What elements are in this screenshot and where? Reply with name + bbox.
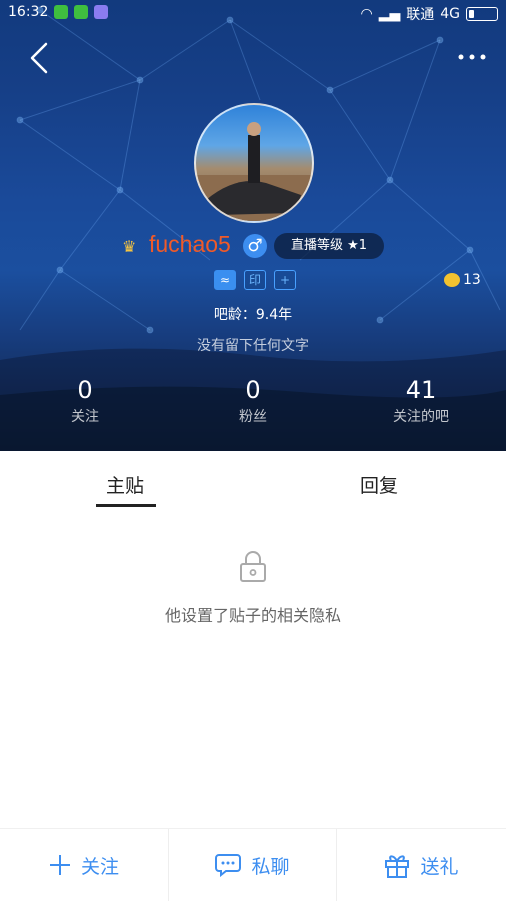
signal-icon: ▂▄ — [378, 6, 401, 22]
follow-button[interactable]: 关注 — [0, 829, 168, 901]
bar-age: 吧龄：9.4年 — [213, 307, 293, 323]
tbean-counter[interactable]: 13 — [444, 272, 481, 288]
stat-value: 41 — [405, 376, 437, 404]
chat-bubble-icon — [215, 854, 242, 877]
tbean-count: 13 — [463, 272, 481, 288]
username: fuchao5 — [149, 231, 231, 257]
privacy-message: 他设置了贴子的相关隐私 — [164, 606, 341, 625]
stat-label: 关注的吧 — [393, 409, 449, 425]
send-gift-label: 送礼 — [420, 855, 459, 878]
avatar[interactable] — [194, 103, 314, 223]
status-time: 16:32 — [8, 4, 49, 20]
follow-label: 关注 — [80, 855, 119, 878]
profile-header: 16:32 ◠ ▂▄ 联通 4G ♛ fuchao5 ♂ 直播等级 ★1 ≈ 印… — [0, 0, 506, 451]
live-level-badge[interactable]: 直播等级 ★1 — [274, 233, 384, 259]
medal-row: ≈ 印 + — [214, 270, 296, 290]
stat-followed-bars[interactable]: 41 关注的吧 — [336, 376, 506, 426]
tab-bar: 主贴 回复 — [0, 451, 506, 511]
male-gender-icon: ♂ — [243, 234, 267, 258]
username-row: ♛ fuchao5 ♂ 直播等级 ★1 — [0, 231, 506, 261]
active-tab-indicator — [96, 504, 156, 507]
stat-following[interactable]: 0 关注 — [0, 376, 170, 426]
status-bar: 16:32 ◠ ▂▄ 联通 4G — [0, 0, 506, 26]
aquarius-medal-icon[interactable]: ≈ — [214, 270, 236, 290]
tab-main-posts[interactable]: 主贴 — [106, 471, 144, 498]
private-chat-label: 私聊 — [251, 855, 290, 878]
signature: 没有留下任何文字 — [197, 338, 309, 354]
send-gift-button[interactable]: 送礼 — [337, 829, 506, 901]
gift-icon — [385, 855, 410, 878]
plus-icon — [49, 855, 70, 875]
more-options-button[interactable] — [456, 48, 488, 66]
wifi-icon: ◠ — [360, 6, 373, 22]
app-notification-icon — [54, 5, 68, 19]
app-notification-icon — [94, 5, 108, 19]
network-type: 4G — [440, 6, 460, 22]
carrier-label: 联通 — [406, 7, 435, 23]
avatar-photo — [196, 122, 312, 221]
crown-icon: ♛ — [122, 237, 137, 256]
bottom-action-bar: 关注 私聊 送礼 — [0, 828, 506, 901]
tbean-icon — [444, 273, 460, 287]
battery-icon — [466, 7, 498, 21]
plus-medal-icon[interactable]: + — [274, 270, 296, 290]
back-button[interactable] — [24, 40, 54, 76]
seal-medal-icon[interactable]: 印 — [244, 270, 266, 290]
stat-label: 粉丝 — [239, 409, 267, 425]
app-notification-icon — [74, 5, 88, 19]
lock-icon — [240, 551, 266, 582]
stat-value: 0 — [245, 376, 261, 404]
stat-label: 关注 — [71, 409, 99, 425]
stat-fans[interactable]: 0 粉丝 — [168, 376, 338, 426]
private-chat-button[interactable]: 私聊 — [169, 829, 336, 901]
stat-value: 0 — [77, 376, 93, 404]
tab-replies[interactable]: 回复 — [360, 471, 398, 498]
